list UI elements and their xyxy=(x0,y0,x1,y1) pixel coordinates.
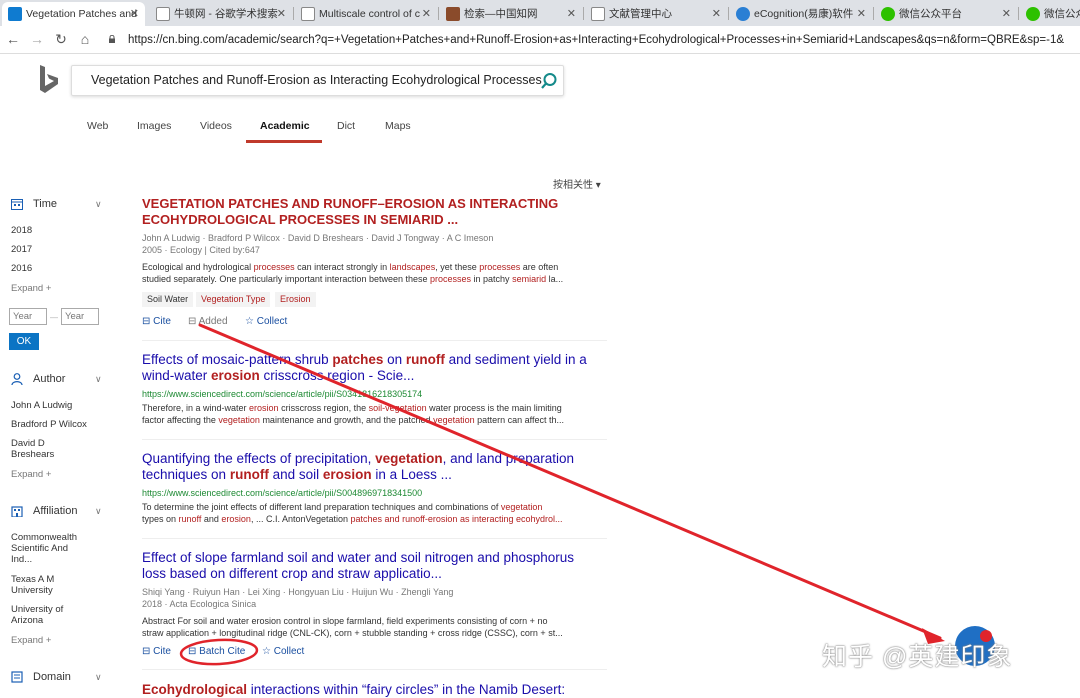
zhihu-watermark: 知乎 @英建印象 xyxy=(822,643,1013,671)
annotation-overlay xyxy=(179,323,995,666)
